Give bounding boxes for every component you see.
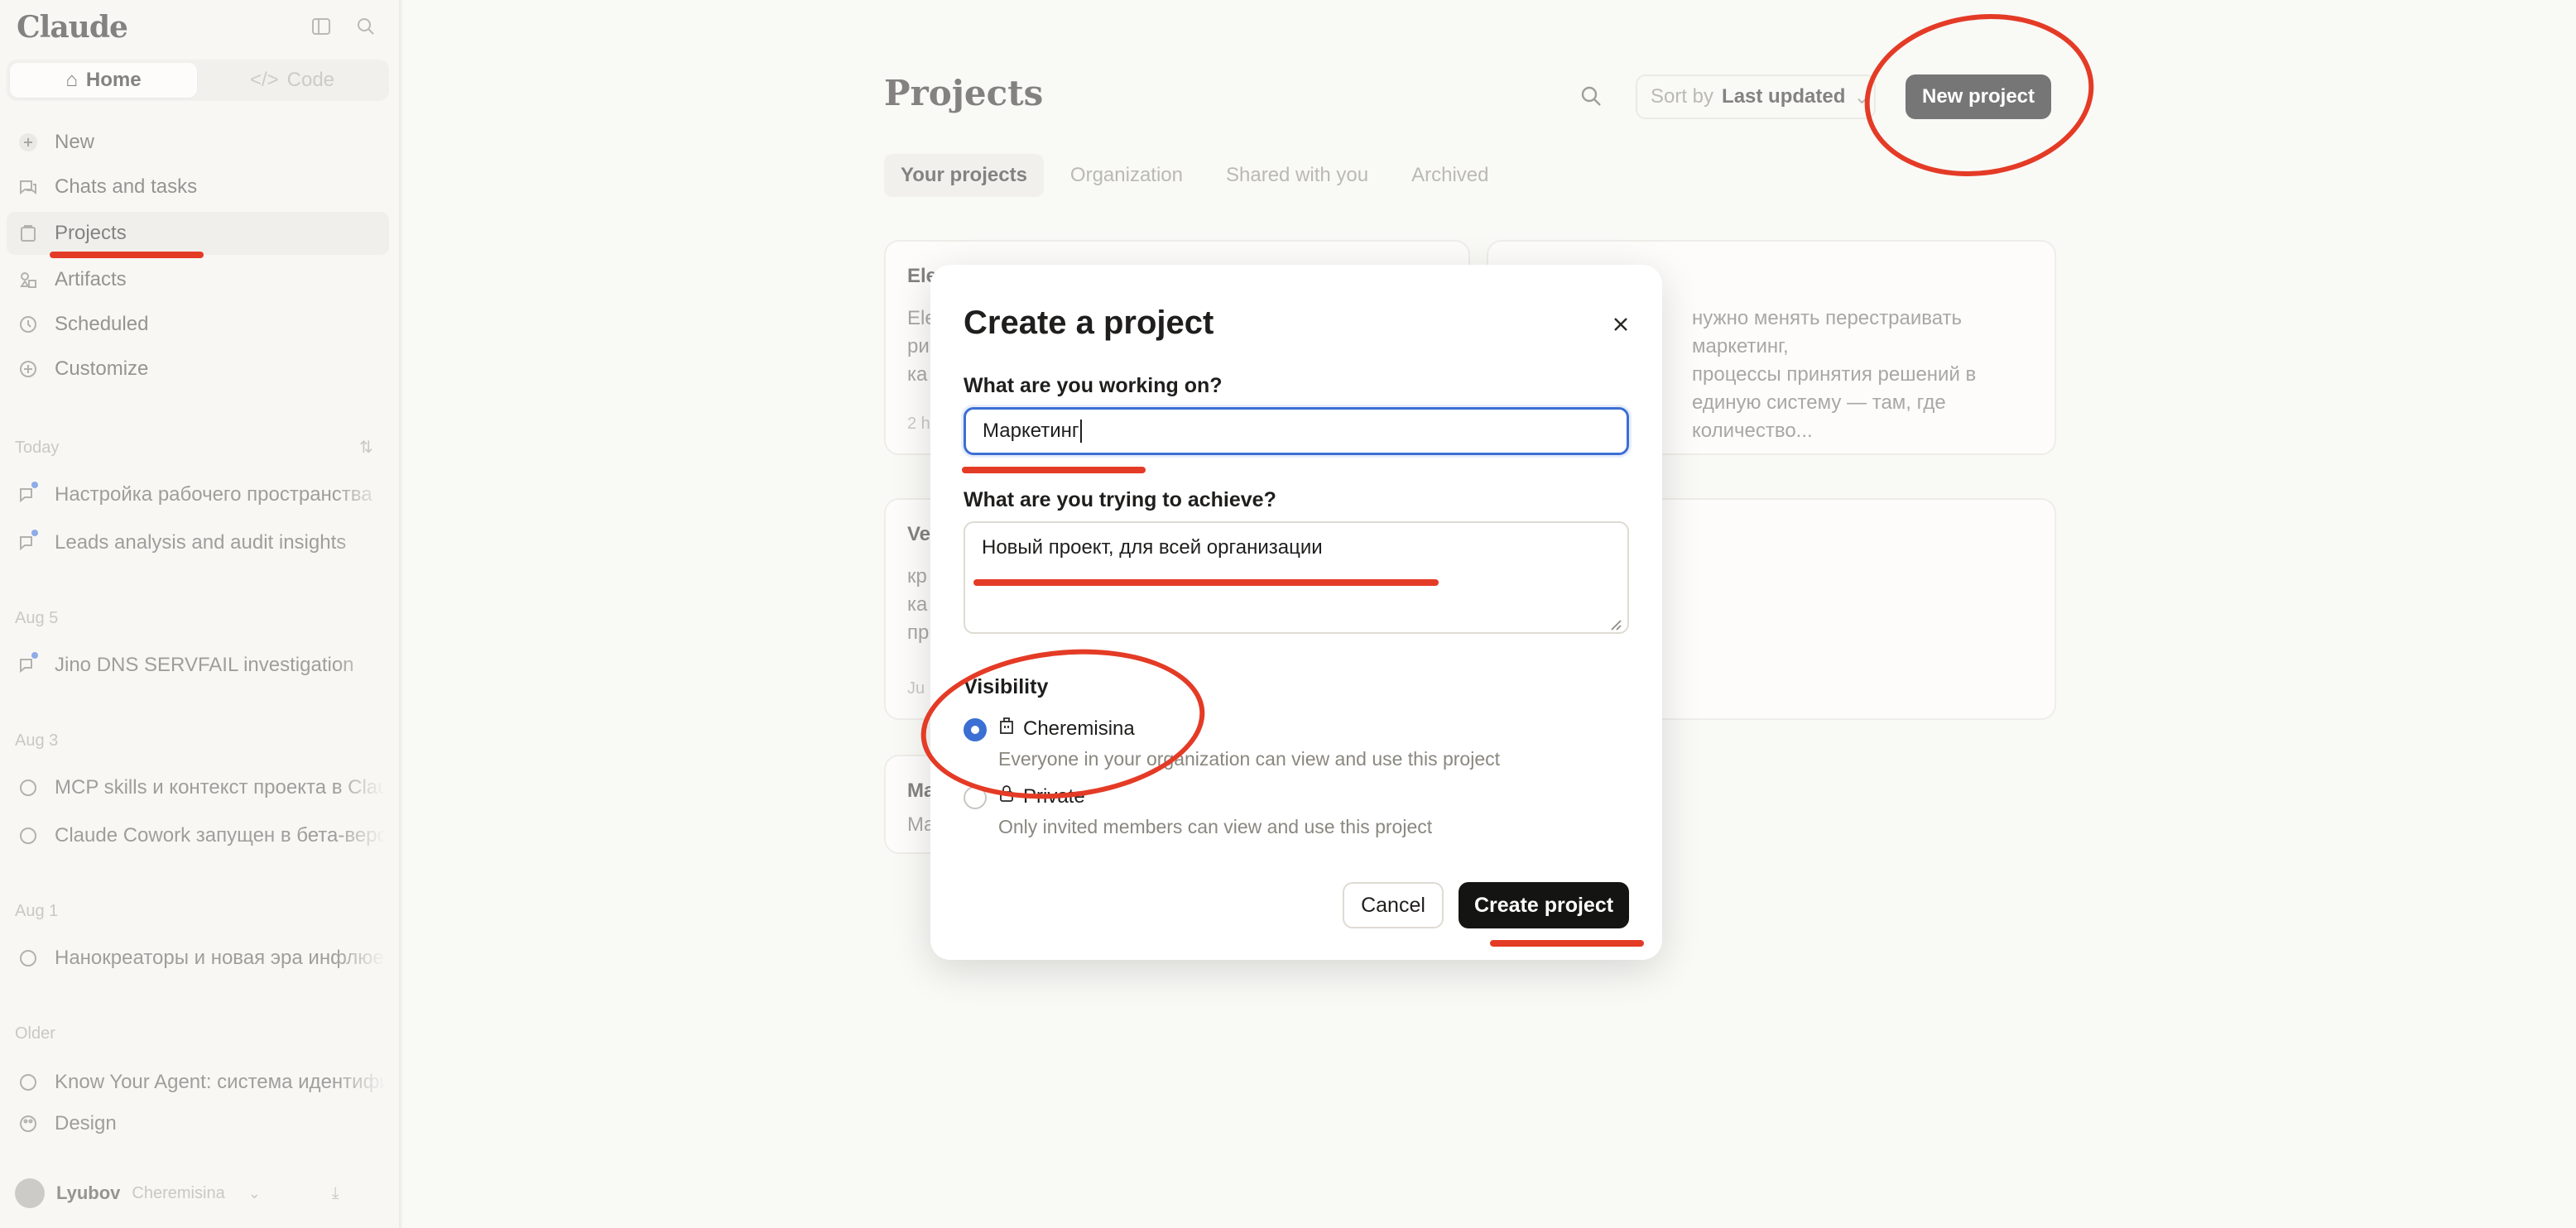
close-button[interactable] bbox=[1601, 306, 1641, 346]
project-goal-label: What are you trying to achieve? bbox=[964, 488, 1276, 511]
project-goal-textarea[interactable]: Новый проект, для всей организации bbox=[964, 521, 1629, 634]
annotation-underline-name bbox=[962, 467, 1146, 473]
close-icon bbox=[1610, 314, 1632, 339]
dialog-title: Create a project bbox=[964, 305, 1214, 341]
project-goal-value: Новый проект, для всей организации bbox=[982, 536, 1323, 559]
create-project-dialog: Create a project What are you working on… bbox=[930, 265, 1662, 960]
text-caret bbox=[1079, 420, 1082, 443]
create-project-button[interactable]: Create project bbox=[1459, 882, 1629, 928]
resize-handle-icon[interactable] bbox=[1609, 614, 1622, 631]
project-name-label: What are you working on? bbox=[964, 374, 1223, 397]
annotation-underline-projects bbox=[50, 252, 204, 258]
cancel-button[interactable]: Cancel bbox=[1343, 882, 1444, 928]
project-name-value: Маркетинг bbox=[983, 420, 1079, 442]
project-name-input[interactable]: Маркетинг bbox=[964, 407, 1629, 455]
annotation-underline-create bbox=[1490, 940, 1644, 947]
annotation-underline-goal bbox=[973, 579, 1439, 586]
visibility-private-description: Only invited members can view and use th… bbox=[998, 816, 1433, 837]
